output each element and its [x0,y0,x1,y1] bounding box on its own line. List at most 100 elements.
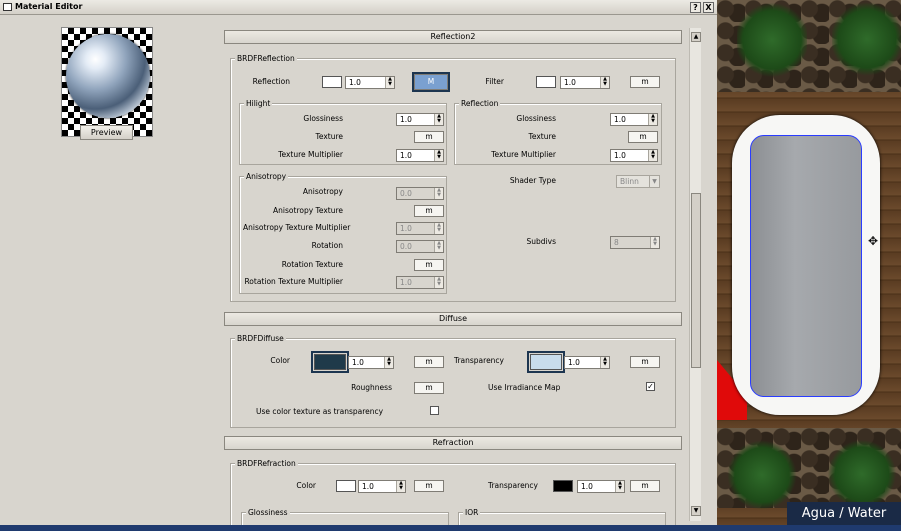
chevron-down-icon[interactable]: ▼ [649,176,659,187]
section-diffuse-header[interactable]: Diffuse [224,312,682,326]
vertical-scrollbar[interactable]: ▲ ▼ [689,28,701,521]
app-icon [3,3,12,11]
help-button[interactable]: ? [690,2,701,13]
hilight-glossiness-spinner[interactable]: 1.0 ▲ ▼ [396,113,444,126]
window-title: Material Editor [15,2,83,11]
diffuse-transparency-value: 1.0 [568,358,580,367]
roughness-label: Roughness [351,383,392,392]
aniso-mult-label: Anisotropy Texture Multiplier [243,223,351,232]
rotation-value: 0.0 [400,242,412,251]
rotation-texture-button[interactable]: m [414,259,444,271]
bathtub-basin [750,135,862,397]
spin-arrows-icon[interactable]: ▲ ▼ [648,150,657,161]
refl-glossiness-value: 1.0 [614,115,626,124]
preview-area: Preview [0,15,217,531]
diffuse-transparency-label: Transparency [453,356,504,365]
rotation-mult-spinner[interactable]: 1.0 ▲ ▼ [396,276,444,289]
viewport-caption: Agua / Water [787,502,901,526]
refraction-transparency-spinner[interactable]: 1.0 ▲ ▼ [577,480,625,493]
subdivs-label: Subdivs [526,237,556,246]
irradiance-checkbox[interactable]: ✓ [646,382,655,391]
refraction-color-label: Color [296,481,316,490]
rotation-spinner[interactable]: 0.0 ▲ ▼ [396,240,444,253]
faucet-icon: ✥ [867,234,879,248]
diffuse-color-map-button[interactable]: m [414,356,444,368]
spin-arrows-icon[interactable]: ▲ ▼ [434,241,443,252]
filter-map-button[interactable]: m [630,76,660,88]
close-button[interactable]: X [703,2,714,13]
irradiance-label: Use Irradiance Map [488,383,561,392]
spin-arrows-icon[interactable]: ▲ ▼ [434,114,443,125]
refraction-color-map-button[interactable]: m [414,480,444,492]
rotation-mult-label: Rotation Texture Multiplier [244,277,343,286]
spin-arrows-icon[interactable]: ▲ ▼ [434,188,443,199]
filter-value: 1.0 [564,78,576,87]
spin-arrows-icon[interactable]: ▲ ▼ [384,357,393,368]
refraction-color-swatch[interactable] [336,480,356,492]
rotation-label: Rotation [311,241,343,250]
brdf-diffuse-title: BRDFDiffuse [235,334,286,343]
plant-right-bottom [827,440,897,508]
spin-arrows-icon[interactable]: ▲ ▼ [434,223,443,234]
spin-arrows-icon[interactable]: ▲ ▼ [385,77,394,88]
diffuse-transparency-map-button[interactable]: m [630,356,660,368]
filter-color-swatch[interactable] [536,76,556,88]
roughness-map-button[interactable]: m [414,382,444,394]
anisotropy-spinner[interactable]: 0.0 ▲ ▼ [396,187,444,200]
shader-type-select[interactable]: Blinn ▼ [616,175,660,188]
spin-arrows-icon[interactable]: ▲ ▼ [648,114,657,125]
aniso-texture-button[interactable]: m [414,205,444,217]
scroll-down-icon[interactable]: ▼ [691,506,701,516]
spin-arrows-icon[interactable]: ▲ ▼ [600,77,609,88]
material-editor-window: Material Editor ? X Preview Reflection2 … [0,0,717,531]
refl-texmult-spinner[interactable]: 1.0 ▲ ▼ [610,149,658,162]
reflection-map-button[interactable]: M [412,72,450,92]
refraction-transparency-map-button[interactable]: m [630,480,660,492]
title-bar: Material Editor ? X [0,0,717,15]
anisotropy-value: 0.0 [400,189,412,198]
spin-arrows-icon[interactable]: ▲ ▼ [396,481,405,492]
color-tex-transparency-checkbox[interactable] [430,406,439,415]
anisotropy-label: Anisotropy [302,187,343,196]
scroll-thumb[interactable] [691,193,701,368]
taskbar-strip [0,525,901,531]
refraction-glossiness-title: Glossiness [246,508,290,517]
rotation-texture-label: Rotation Texture [281,260,343,269]
hilight-glossiness-value: 1.0 [400,115,412,124]
spin-arrows-icon[interactable]: ▲ ▼ [615,481,624,492]
spin-arrows-icon[interactable]: ▲ ▼ [434,277,443,288]
rotation-mult-value: 1.0 [400,278,412,287]
refraction-transparency-swatch[interactable] [553,480,573,492]
brdf-refraction-title: BRDFRefraction [235,459,298,468]
diffuse-color-swatch[interactable] [311,351,349,373]
diffuse-transparency-spinner[interactable]: 1.0 ▲ ▼ [564,356,610,369]
subdivs-spinner[interactable]: 8 ▲ ▼ [610,236,660,249]
refraction-color-spinner[interactable]: 1.0 ▲ ▼ [358,480,406,493]
reflection-spinner[interactable]: 1.0 ▲ ▼ [345,76,395,89]
reflection-color-swatch[interactable] [322,76,342,88]
hilight-title: Hilight [244,99,273,108]
diffuse-color-label: Color [270,356,290,365]
hilight-texture-button[interactable]: m [414,131,444,143]
plant-left-bottom [727,440,797,510]
hilight-glossiness-label: Glossiness [303,114,343,123]
spin-arrows-icon[interactable]: ▲ ▼ [650,237,659,248]
diffuse-color-spinner[interactable]: 1.0 ▲ ▼ [348,356,394,369]
shader-type-value: Blinn [620,177,639,186]
scroll-up-icon[interactable]: ▲ [691,32,701,42]
bathtub: ✥ [732,115,880,415]
hilight-texmult-label: Texture Multiplier [278,150,343,159]
section-refraction-header[interactable]: Refraction [224,436,682,450]
hilight-texmult-spinner[interactable]: 1.0 ▲ ▼ [396,149,444,162]
diffuse-transparency-swatch[interactable] [527,351,565,373]
refl-glossiness-spinner[interactable]: 1.0 ▲ ▼ [610,113,658,126]
refl-texture-button[interactable]: m [628,131,658,143]
spin-arrows-icon[interactable]: ▲ ▼ [434,150,443,161]
section-reflection2-header[interactable]: Reflection2 [224,30,682,44]
refraction-color-value: 1.0 [362,482,374,491]
aniso-mult-spinner[interactable]: 1.0 ▲ ▼ [396,222,444,235]
spin-arrows-icon[interactable]: ▲ ▼ [600,357,609,368]
preview-button[interactable]: Preview [80,125,133,140]
filter-spinner[interactable]: 1.0 ▲ ▼ [560,76,610,89]
plant-left-top [737,0,807,80]
